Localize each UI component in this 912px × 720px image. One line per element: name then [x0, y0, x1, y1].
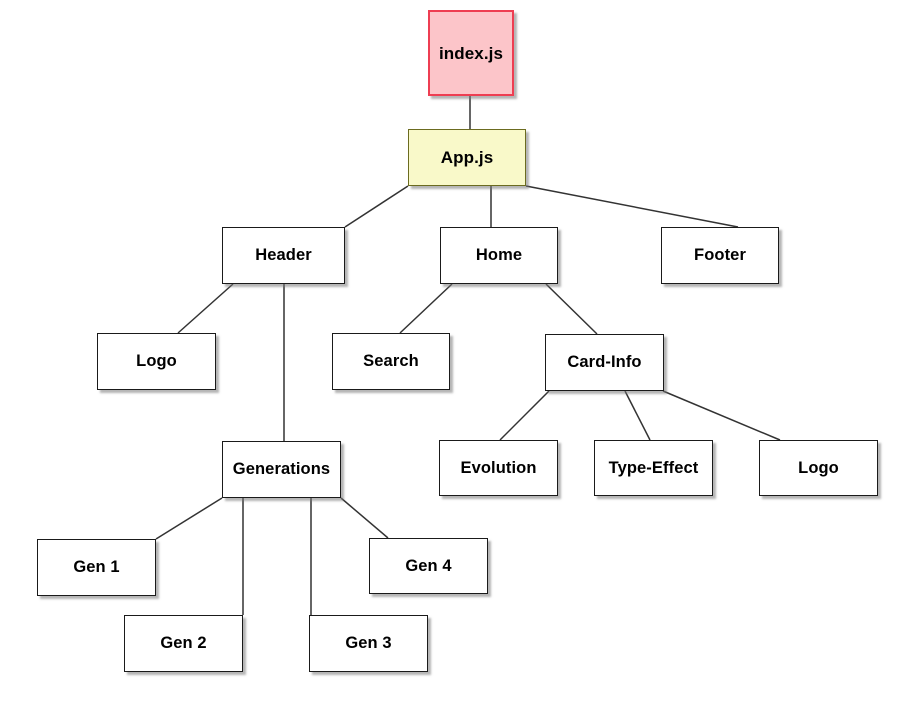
node-type-effect[interactable]: Type-Effect — [594, 440, 713, 496]
edge-card-info-to-logo-card — [662, 390, 781, 441]
edge-card-info-to-type-effect — [624, 390, 651, 441]
node-label-card-info: Card-Info — [567, 353, 642, 372]
node-label-index: index.js — [438, 43, 504, 63]
node-card-info[interactable]: Card-Info — [545, 334, 664, 391]
node-label-footer: Footer — [694, 246, 746, 265]
node-logo-card[interactable]: Logo — [759, 440, 878, 496]
node-label-type-effect: Type-Effect — [608, 458, 699, 477]
node-label-search: Search — [363, 352, 419, 371]
edge-generations-to-gen4 — [340, 497, 389, 539]
node-label-generations: Generations — [232, 460, 331, 479]
node-gen3[interactable]: Gen 3 — [309, 615, 428, 672]
node-home[interactable]: Home — [440, 227, 558, 284]
edge-header-to-logo-header — [177, 283, 234, 334]
node-header[interactable]: Header — [222, 227, 345, 284]
edge-app-to-header — [344, 185, 409, 228]
edge-generations-to-gen1 — [155, 497, 223, 540]
node-logo-header[interactable]: Logo — [97, 333, 216, 390]
node-label-evolution: Evolution — [460, 458, 537, 477]
node-label-app: App.js — [440, 148, 494, 167]
edge-home-to-card-info — [545, 283, 598, 335]
node-label-logo-header: Logo — [136, 352, 177, 371]
edge-card-info-to-evolution — [499, 390, 550, 441]
node-generations[interactable]: Generations — [222, 441, 341, 498]
diagram-canvas: index.js App.js Header Home Footer Logo Search… — [0, 0, 912, 720]
node-gen4[interactable]: Gen 4 — [369, 538, 488, 594]
node-footer[interactable]: Footer — [661, 227, 779, 284]
node-label-gen2: Gen 2 — [160, 634, 207, 653]
node-gen1[interactable]: Gen 1 — [37, 539, 156, 596]
node-app[interactable]: App.js — [408, 129, 526, 186]
node-label-gen4: Gen 4 — [405, 556, 452, 575]
node-label-gen1: Gen 1 — [73, 558, 120, 577]
edge-home-to-search — [399, 283, 453, 334]
node-label-header: Header — [255, 246, 312, 265]
node-index[interactable]: index.js — [428, 10, 514, 96]
node-label-gen3: Gen 3 — [345, 634, 392, 653]
node-label-home: Home — [475, 246, 523, 265]
node-evolution[interactable]: Evolution — [439, 440, 558, 496]
edge-app-to-footer — [525, 185, 739, 228]
node-search[interactable]: Search — [332, 333, 450, 390]
node-gen2[interactable]: Gen 2 — [124, 615, 243, 672]
node-label-logo-card: Logo — [798, 458, 839, 477]
